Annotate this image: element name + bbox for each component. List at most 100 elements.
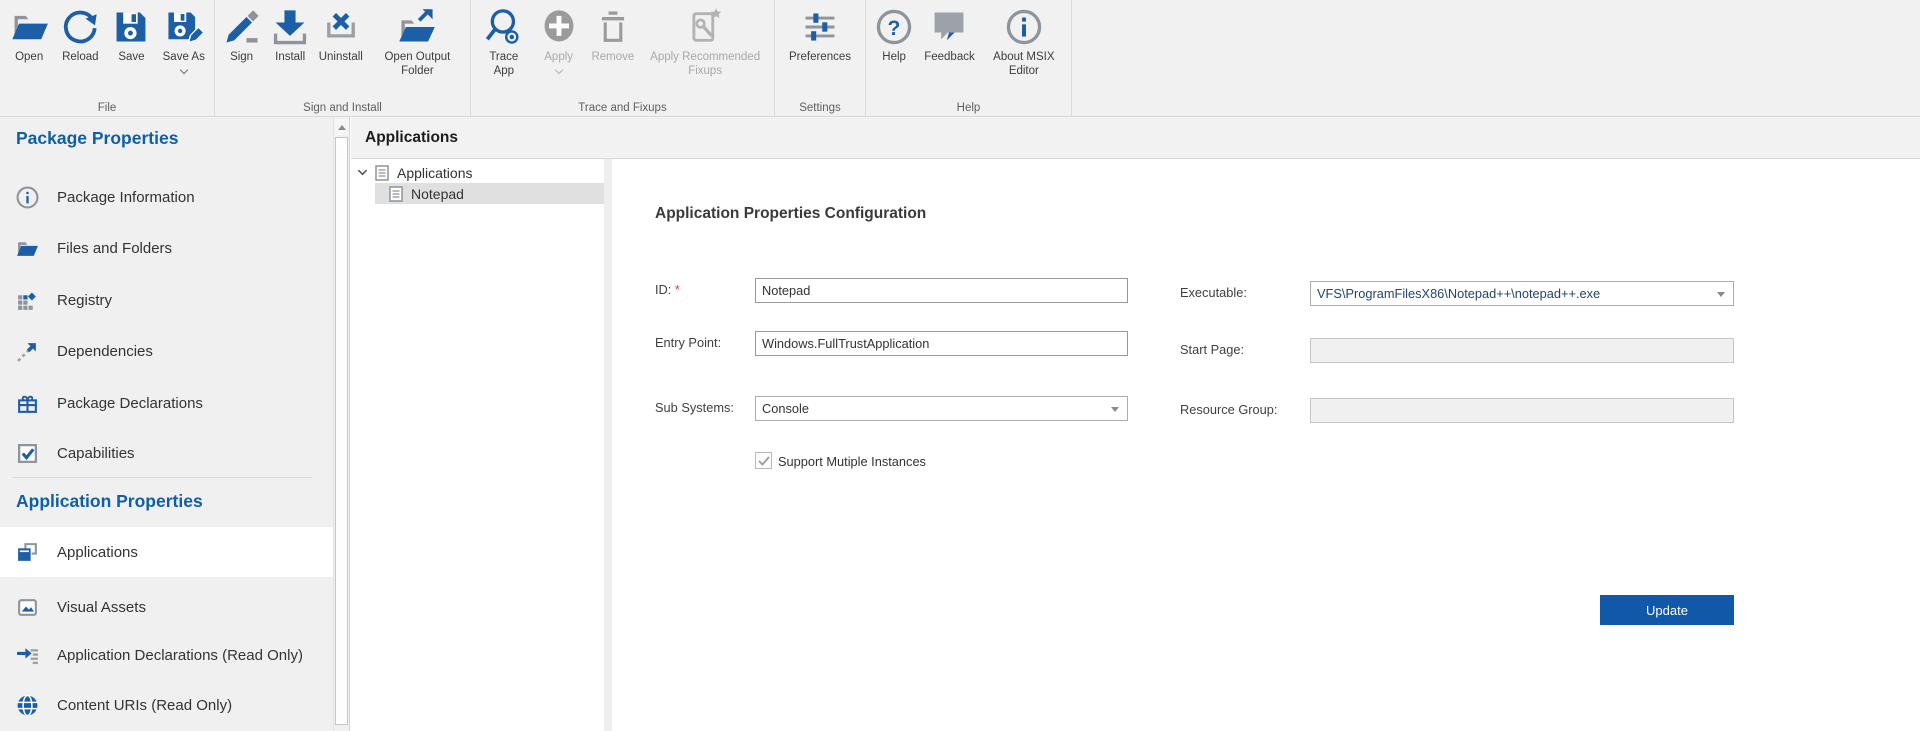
svg-text:?: ? bbox=[888, 17, 901, 40]
save-as-button-label: Save As bbox=[163, 50, 205, 64]
sidebar-scrollbar[interactable] bbox=[333, 117, 349, 731]
form-heading: Application Properties Configuration bbox=[655, 205, 926, 223]
ribbon-group-caption-file: File bbox=[0, 102, 214, 114]
info-icon bbox=[16, 186, 39, 209]
sidebar-item-visual-assets[interactable]: Visual Assets bbox=[0, 582, 334, 632]
apply-icon bbox=[539, 7, 579, 47]
entry-point-field[interactable] bbox=[755, 331, 1128, 356]
visual-assets-icon bbox=[16, 596, 39, 619]
trace-app-button-label: Trace App bbox=[482, 50, 526, 79]
sidebar-item-label: Content URIs (Read Only) bbox=[57, 697, 232, 714]
executable-value: VFS\ProgramFilesX86\Notepad++\notepad++.… bbox=[1317, 286, 1600, 301]
tree-node-label: Notepad bbox=[411, 186, 464, 202]
save-icon bbox=[111, 7, 151, 47]
sidebar-item-label: Registry bbox=[57, 292, 112, 309]
ribbon-toolbar: Open Reload Save Save As File Sign bbox=[0, 0, 1920, 117]
sub-systems-combobox[interactable]: Console bbox=[755, 396, 1128, 421]
document-icon bbox=[389, 186, 403, 202]
tree-node-notepad[interactable]: Notepad bbox=[375, 183, 604, 204]
capabilities-icon bbox=[16, 442, 39, 465]
check-icon bbox=[758, 456, 770, 466]
chevron-down-icon bbox=[1717, 292, 1725, 297]
package-declarations-icon bbox=[16, 392, 39, 415]
folder-icon bbox=[16, 237, 39, 260]
sidebar-item-capabilities[interactable]: Capabilities bbox=[0, 428, 334, 478]
support-multiple-instances-checkbox bbox=[755, 452, 772, 469]
executable-label: Executable: bbox=[1180, 285, 1247, 300]
sidebar-item-content-uris[interactable]: Content URIs (Read Only) bbox=[0, 680, 334, 730]
reload-icon bbox=[60, 7, 100, 47]
id-field[interactable] bbox=[755, 278, 1128, 303]
entry-point-label: Entry Point: bbox=[655, 335, 721, 350]
install-button-label: Install bbox=[275, 50, 305, 64]
help-button[interactable]: ? Help bbox=[872, 7, 916, 64]
remove-icon bbox=[593, 7, 633, 47]
reload-button[interactable]: Reload bbox=[58, 7, 102, 64]
ribbon-group-caption-trace-and-fixups: Trace and Fixups bbox=[471, 102, 774, 114]
open-output-folder-icon bbox=[397, 7, 437, 47]
resource-group-label: Resource Group: bbox=[1180, 402, 1277, 417]
trace-app-button[interactable]: Trace App bbox=[480, 7, 528, 79]
executable-combobox[interactable]: VFS\ProgramFilesX86\Notepad++\notepad++.… bbox=[1310, 281, 1734, 306]
apply-button-label: Apply bbox=[544, 50, 573, 64]
sign-icon bbox=[222, 7, 262, 47]
preferences-button[interactable]: Preferences bbox=[787, 7, 853, 64]
scrollbar-thumb[interactable] bbox=[335, 137, 348, 725]
chevron-down-icon bbox=[1111, 407, 1119, 412]
uninstall-button[interactable]: Uninstall bbox=[317, 7, 365, 64]
uninstall-button-label: Uninstall bbox=[319, 50, 363, 64]
sidebar: Package Properties Package Information F… bbox=[0, 117, 350, 731]
sidebar-header-package-properties: Package Properties bbox=[16, 128, 178, 149]
about-msix-editor-button-label: About MSIX Editor bbox=[985, 50, 1063, 79]
sidebar-item-package-declarations[interactable]: Package Declarations bbox=[0, 378, 334, 428]
sidebar-item-registry[interactable]: Registry bbox=[0, 275, 334, 325]
registry-icon bbox=[16, 289, 39, 312]
application-properties-form: Application Properties Configuration ID:… bbox=[612, 159, 1920, 731]
about-msix-editor-icon bbox=[1004, 7, 1044, 47]
remove-button: Remove bbox=[589, 7, 636, 64]
sidebar-item-label: Visual Assets bbox=[57, 599, 146, 616]
sidebar-item-dependencies[interactable]: Dependencies bbox=[0, 326, 334, 376]
uninstall-icon bbox=[321, 7, 361, 47]
sidebar-item-applications[interactable]: Applications bbox=[0, 527, 334, 577]
open-button[interactable]: Open bbox=[7, 7, 51, 64]
tree-splitter[interactable] bbox=[604, 159, 612, 731]
feedback-icon bbox=[929, 7, 969, 47]
open-output-folder-button[interactable]: Open Output Folder bbox=[369, 7, 465, 79]
sidebar-item-label: Applications bbox=[57, 544, 138, 561]
apply-recommended-fixups-icon bbox=[685, 7, 725, 47]
update-button[interactable]: Update bbox=[1600, 595, 1734, 625]
about-msix-editor-button[interactable]: About MSIX Editor bbox=[983, 7, 1065, 79]
sidebar-item-label: Files and Folders bbox=[57, 240, 172, 257]
start-page-field bbox=[1310, 338, 1734, 363]
applications-tree: Applications Notepad bbox=[351, 159, 604, 731]
ribbon-group-sign-and-install: Sign Install Uninstall Open Output Folde… bbox=[215, 0, 471, 116]
ribbon-group-caption-help: Help bbox=[866, 102, 1071, 114]
sidebar-section-divider bbox=[12, 477, 312, 478]
scrollbar-up-arrow[interactable] bbox=[335, 119, 349, 135]
sign-button[interactable]: Sign bbox=[220, 7, 264, 64]
apply-recommended-fixups-button: Apply Recommended Fixups bbox=[645, 7, 765, 79]
preferences-icon bbox=[800, 7, 840, 47]
chevron-down-icon[interactable] bbox=[357, 167, 368, 178]
save-button[interactable]: Save bbox=[109, 7, 153, 64]
sidebar-item-package-information[interactable]: Package Information bbox=[0, 172, 334, 222]
application-declarations-icon bbox=[16, 644, 39, 667]
sidebar-item-files-and-folders[interactable]: Files and Folders bbox=[0, 223, 334, 273]
sidebar-item-application-declarations[interactable]: Application Declarations (Read Only) bbox=[0, 630, 334, 680]
sidebar-item-label: Package Information bbox=[57, 189, 195, 206]
ribbon-group-trace-and-fixups: Trace App Apply Remove Apply Recommended… bbox=[471, 0, 775, 116]
sub-systems-value: Console bbox=[762, 401, 809, 416]
required-asterisk: * bbox=[675, 282, 680, 297]
install-button[interactable]: Install bbox=[268, 7, 312, 64]
tree-node-applications[interactable]: Applications bbox=[357, 162, 473, 183]
content-uris-icon bbox=[16, 694, 39, 717]
help-icon: ? bbox=[874, 7, 914, 47]
resource-group-field bbox=[1310, 398, 1734, 423]
sidebar-item-label: Dependencies bbox=[57, 343, 153, 360]
open-output-folder-button-label: Open Output Folder bbox=[371, 50, 463, 79]
feedback-button[interactable]: Feedback bbox=[922, 7, 977, 64]
save-as-button[interactable]: Save As bbox=[161, 7, 207, 73]
preferences-button-label: Preferences bbox=[789, 50, 851, 64]
chevron-down-icon[interactable] bbox=[179, 66, 187, 74]
